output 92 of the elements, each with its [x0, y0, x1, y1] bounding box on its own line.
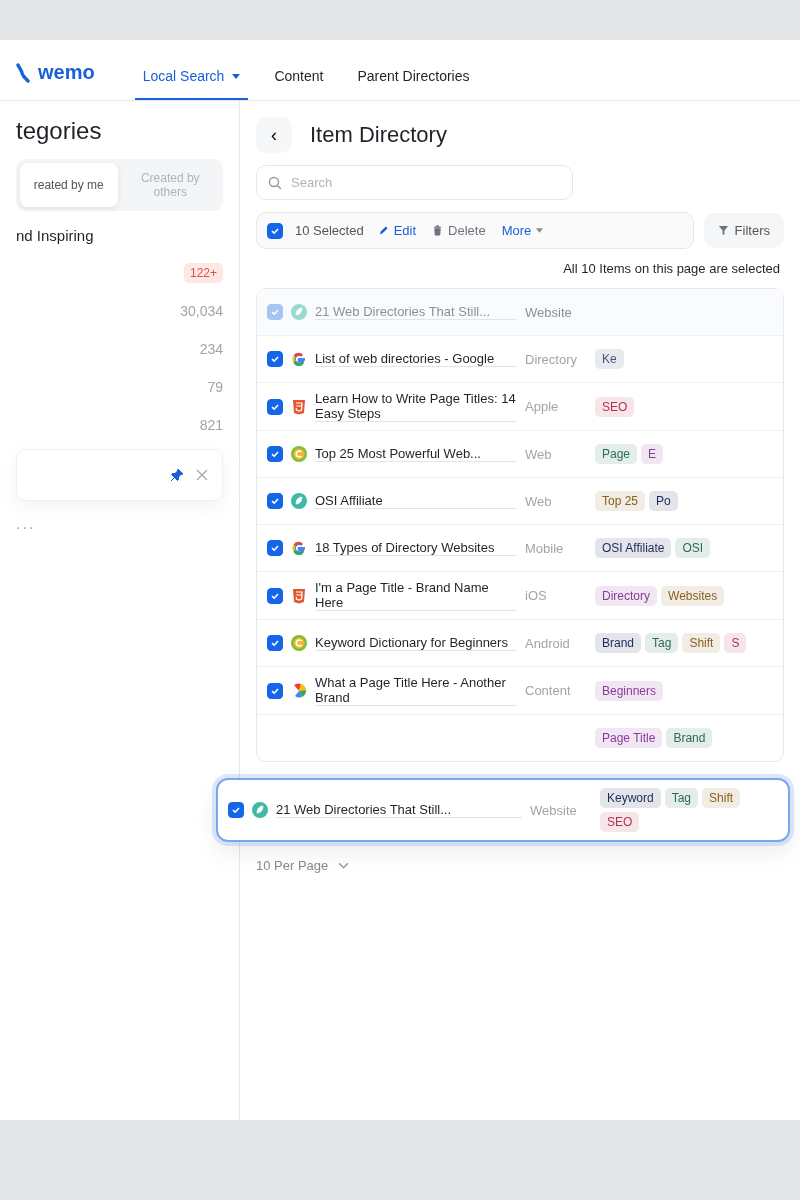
filters-button[interactable]: Filters — [703, 213, 784, 248]
checkbox[interactable] — [267, 446, 283, 462]
item-count: 30,034 — [180, 303, 223, 319]
search-field[interactable]: Search — [256, 165, 573, 200]
category-text: Mobile — [525, 540, 564, 556]
tag: Brand — [595, 633, 642, 653]
sidebar-title: tegories — [16, 117, 103, 145]
more-button[interactable]: More — [499, 221, 546, 240]
logo-icon — [16, 62, 30, 83]
category-text: Web — [525, 493, 552, 509]
leaf-icon — [291, 304, 307, 320]
checkbox[interactable] — [228, 802, 244, 818]
nav-tab[interactable]: Parent Directories — [349, 58, 478, 100]
tag: SEO — [600, 812, 640, 832]
nav-tab[interactable]: Content — [266, 58, 332, 100]
category-text: Website — [525, 304, 572, 320]
selection-message: All 10 Items on this page are selected — [563, 261, 780, 276]
item-count: 234 — [199, 341, 223, 357]
per-page-dropdown[interactable]: 10 Per Page — [256, 854, 350, 877]
tag: S — [724, 633, 747, 653]
pin-icon[interactable] — [170, 468, 184, 482]
checkbox[interactable] — [267, 587, 283, 604]
panel-title: Item Directory — [310, 122, 447, 148]
html5-shield-icon — [291, 587, 307, 604]
checkbox[interactable] — [267, 222, 283, 239]
item-title[interactable]: List of web directories - Google — [315, 351, 517, 367]
petals-icon — [291, 682, 307, 699]
tag: Tag — [664, 788, 699, 808]
funnel-icon — [717, 225, 729, 236]
segment-tab[interactable]: reated by me — [20, 163, 118, 207]
selection-count: 10 Selected — [295, 223, 364, 238]
item-title[interactable]: I'm a Page Title - Brand Name Here — [315, 580, 517, 611]
tag: Tag — [645, 633, 679, 653]
checkbox[interactable] — [267, 304, 283, 320]
tag: Po — [649, 491, 678, 511]
checkbox[interactable] — [267, 540, 283, 556]
delete-button[interactable]: Delete — [430, 221, 488, 240]
google-g-icon — [291, 351, 307, 367]
category-name[interactable]: nd Inspiring — [16, 226, 94, 244]
checkbox[interactable] — [267, 351, 283, 367]
item-title[interactable]: Learn How to Write Page Titles: 14 Easy Steps — [315, 391, 517, 422]
item-title[interactable]: Top 25 Most Powerful Web... — [315, 446, 517, 462]
tag: E — [641, 444, 664, 464]
item-count: 79 — [207, 379, 223, 395]
category-text: Apple — [525, 399, 559, 414]
item-title[interactable]: Keyword Dictionary for Beginners — [315, 635, 517, 651]
tag: SEO — [595, 396, 635, 417]
nav-tab[interactable]: Local Search — [134, 58, 249, 100]
tag: Page — [595, 444, 638, 464]
html5-shield-icon — [291, 398, 307, 415]
category-text: Website — [530, 802, 577, 818]
item-title[interactable]: What a Page Title Here - Another Brand — [315, 675, 517, 706]
edit-button[interactable]: Edit — [375, 221, 419, 240]
tag: Shift — [702, 788, 741, 808]
c-circle-icon — [291, 635, 307, 651]
pencil-icon — [377, 225, 389, 236]
dragged-row-card[interactable]: 21 Web Directories That Still... Website Keyword Tag Shift SEO — [216, 778, 790, 842]
tag: Top 25 — [595, 491, 646, 511]
c-circle-icon — [291, 446, 307, 462]
tag: OSI — [675, 538, 711, 558]
leaf-icon — [291, 493, 307, 509]
back-button[interactable]: ‹ — [256, 117, 292, 153]
checkbox[interactable] — [267, 493, 283, 509]
search-icon — [268, 176, 282, 190]
tag: Page Title — [595, 728, 663, 748]
tag: Shift — [682, 633, 721, 653]
tag: Keyword — [600, 788, 661, 808]
checkbox[interactable] — [267, 682, 283, 699]
category-text: iOS — [525, 588, 547, 603]
category-text: Android — [525, 635, 570, 651]
count-badge: 122+ — [183, 263, 223, 283]
tag: OSI Affiliate — [595, 538, 672, 558]
caret-icon — [536, 228, 544, 233]
brand-name: wemo — [38, 61, 95, 84]
item-title: 21 Web Directories That Still... — [276, 802, 522, 818]
category-text: Content — [525, 683, 571, 698]
google-g-icon — [291, 540, 307, 556]
category-text: Web — [525, 446, 552, 462]
tag: Beginners — [595, 680, 664, 701]
leaf-icon — [252, 802, 268, 818]
tag: Brand — [666, 728, 713, 748]
item-count: 821 — [199, 417, 223, 433]
item-title[interactable]: OSI Affiliate — [315, 493, 517, 509]
tag: Ke — [595, 349, 624, 369]
chevron-down-icon — [338, 860, 350, 871]
checkbox[interactable] — [267, 398, 283, 415]
tag: Websites — [661, 585, 725, 606]
item-title[interactable]: 18 Types of Directory Websites — [315, 540, 517, 556]
tag: Directory — [595, 585, 657, 606]
trash-icon — [432, 225, 444, 236]
checkbox[interactable] — [267, 635, 283, 651]
category-text: Directory — [525, 351, 577, 367]
